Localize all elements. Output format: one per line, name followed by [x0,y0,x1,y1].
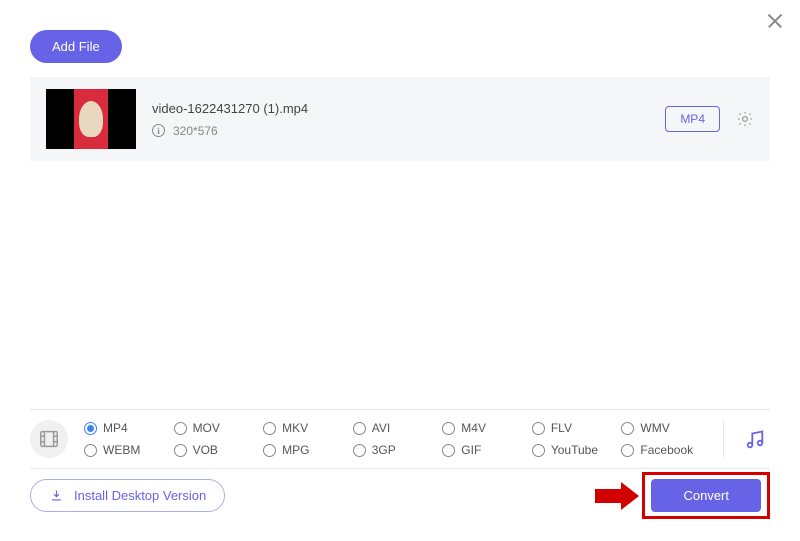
format-option-webm[interactable]: WEBM [84,443,170,457]
annotation-arrow-icon [595,482,639,510]
format-option-3gp[interactable]: 3GP [353,443,439,457]
format-option-avi[interactable]: AVI [353,421,439,435]
footer: Install Desktop Version Convert [30,472,770,519]
format-option-vob[interactable]: VOB [174,443,260,457]
format-option-label: AVI [372,421,390,435]
format-option-mpg[interactable]: MPG [263,443,349,457]
radio-icon [174,444,187,457]
format-option-label: MP4 [103,421,128,435]
close-icon[interactable] [766,12,784,30]
format-option-label: Facebook [640,443,693,457]
format-option-label: MKV [282,421,308,435]
install-desktop-button[interactable]: Install Desktop Version [30,479,225,512]
format-option-label: FLV [551,421,572,435]
format-option-flv[interactable]: FLV [532,421,618,435]
file-name: video-1622431270 (1).mp4 [152,101,649,116]
convert-button[interactable]: Convert [651,479,761,512]
video-category-icon[interactable] [30,420,68,458]
info-icon: i [152,124,165,137]
radio-icon [174,422,187,435]
file-format-button[interactable]: MP4 [665,106,720,132]
radio-icon [84,422,97,435]
format-option-label: GIF [461,443,481,457]
format-option-label: MPG [282,443,309,457]
format-option-mp4[interactable]: MP4 [84,421,170,435]
format-option-label: WEBM [103,443,140,457]
download-icon [49,488,64,503]
format-option-label: WMV [640,421,669,435]
radio-icon [84,444,97,457]
add-file-button[interactable]: Add File [30,30,122,63]
radio-icon [532,422,545,435]
audio-category-icon[interactable] [740,427,770,451]
format-section: MP4 MOV MKV AVI M4V FLV WMV WEBM VOB MPG 3GP GIF You… [30,409,770,469]
format-option-label: VOB [193,443,218,457]
video-thumbnail[interactable] [46,89,136,149]
format-option-facebook[interactable]: Facebook [621,443,707,457]
file-meta: video-1622431270 (1).mp4 i 320*576 [152,101,649,138]
radio-icon [621,444,634,457]
format-option-mov[interactable]: MOV [174,421,260,435]
file-item: video-1622431270 (1).mp4 i 320*576 MP4 [30,77,770,161]
radio-icon [353,422,366,435]
format-option-gif[interactable]: GIF [442,443,528,457]
radio-icon [263,422,276,435]
format-option-label: MOV [193,421,220,435]
radio-icon [442,444,455,457]
radio-icon [263,444,276,457]
format-option-label: M4V [461,421,486,435]
format-option-label: 3GP [372,443,396,457]
install-desktop-label: Install Desktop Version [74,488,206,503]
format-option-wmv[interactable]: WMV [621,421,707,435]
file-resolution: 320*576 [173,124,218,138]
convert-highlight: Convert [642,472,770,519]
top-bar: Add File [0,0,800,77]
radio-icon [532,444,545,457]
format-option-m4v[interactable]: M4V [442,421,528,435]
format-option-mkv[interactable]: MKV [263,421,349,435]
radio-icon [353,444,366,457]
format-grid: MP4 MOV MKV AVI M4V FLV WMV WEBM VOB MPG 3GP GIF You… [84,421,707,457]
format-option-label: YouTube [551,443,598,457]
divider [723,420,724,458]
format-option-youtube[interactable]: YouTube [532,443,618,457]
gear-icon[interactable] [736,110,754,128]
radio-icon [621,422,634,435]
radio-icon [442,422,455,435]
